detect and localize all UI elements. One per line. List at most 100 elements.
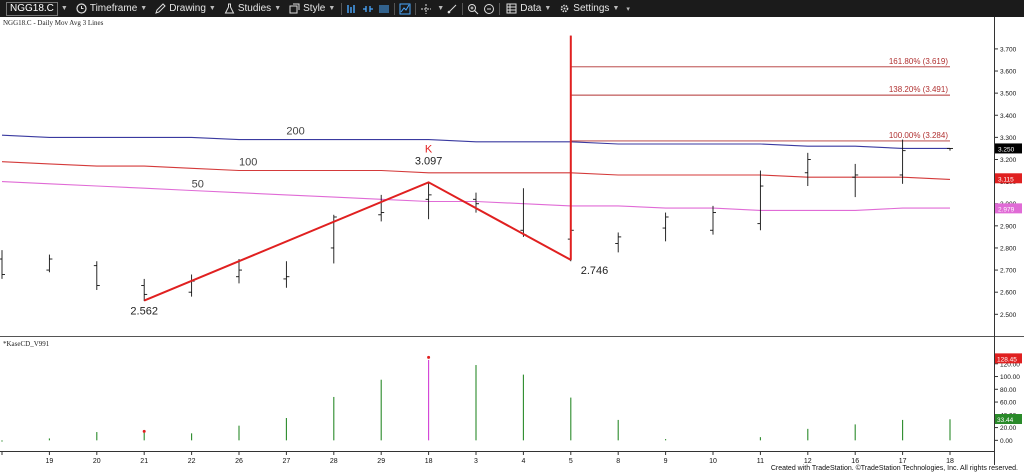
time-tick-label: 26 [235,458,243,465]
zoom-in-icon[interactable] [466,2,480,16]
bar-spacing-icon[interactable] [345,2,359,16]
copyright-footer: Created with TradeStation. ©TradeStation… [770,465,1018,472]
last-value-label: 2.979 [998,206,1015,213]
compress-icon[interactable] [361,2,375,16]
draw-tool-icon[interactable] [445,2,459,16]
time-tick-label: 29 [377,458,385,465]
wave-point-label: K [425,143,433,155]
chevron-down-icon: ▼ [612,5,620,12]
price-tick-label: 2.800 [1000,245,1017,252]
studies-menu[interactable]: Studies ▼ [220,0,285,17]
time-tick-label: 9 [664,458,668,465]
ma-label: 100 [239,156,257,168]
data-menu[interactable]: Data ▼ [502,0,555,17]
drawing-label: Drawing [169,3,206,14]
gear-icon [560,4,569,13]
chart-background [0,17,994,465]
chart-toolbar: NGG18.C ▼ Timeframe ▼ Drawing ▼ Studies ▼ St… [0,0,1024,17]
time-tick-label: 19 [46,458,54,465]
ma-label: 50 [192,178,204,190]
toolbar-divider [341,2,343,15]
last-value-label: 3.115 [998,176,1014,183]
price-tick-label: 2.700 [1000,268,1017,275]
signal-marker [142,429,146,433]
last-value-label: 3.250 [998,146,1015,153]
indicator-tick-label: 20.00 [1000,425,1017,432]
style-label: Style [303,3,326,14]
indicator-last-value-label: 33.44 [997,417,1014,424]
crosshair-icon[interactable] [419,2,433,16]
ma-label: 200 [286,125,304,137]
pencil-icon [155,3,166,14]
indicator-tick-label: 60.00 [1000,400,1017,407]
timeframe-label: Timeframe [89,3,138,14]
chevron-down-icon[interactable]: ▼ [437,5,444,12]
wave-point-label: 2.562 [130,306,158,318]
price-tick-label: 2.500 [1000,312,1017,319]
time-tick-label: 4 [521,458,525,465]
price-tick-label: 3.300 [1000,135,1017,142]
fib-level-label: 161.80% (3.619) [889,57,948,66]
time-tick-label: 11 [757,458,764,465]
time-tick-label: 28 [330,458,338,465]
zoom-out-icon[interactable] [482,2,496,16]
price-tick-label: 3.700 [1000,46,1017,53]
indicator-title: *KaseCD_V991 [3,340,50,348]
symbol-selector[interactable]: NGG18.C ▼ [0,0,72,17]
indicator-last-value-label: 128.45 [997,356,1017,363]
wave-point-label: 3.097 [415,155,443,167]
time-tick-label: 22 [188,458,196,465]
studies-label: Studies [237,3,272,14]
chevron-down-icon: ▼ [208,5,216,12]
flask-icon [224,3,235,14]
chart-title: NGG18.C - Daily Mov Avg 3 Lines [3,19,104,27]
signal-marker [427,355,431,359]
data-label: Data [520,3,542,14]
time-tick-label: 17 [899,458,907,465]
chevron-down-icon: ▼ [140,5,148,12]
price-tick-label: 3.600 [1000,69,1017,76]
toolbar-divider [462,2,464,15]
chevron-down-icon: ▼ [328,5,336,12]
time-tick-label: 10 [709,458,717,465]
overflow-icon[interactable]: ▾ [626,5,630,13]
indicator-tick-label: 80.00 [1000,387,1017,394]
style-menu[interactable]: Style ▼ [285,0,339,17]
toolbar-divider [415,2,417,15]
time-tick-label: 5 [569,458,573,465]
toolbar-divider [394,2,396,15]
timeframe-menu[interactable]: Timeframe ▼ [72,0,151,17]
time-tick-label: 8 [616,458,620,465]
price-tick-label: 3.200 [1000,157,1017,164]
time-tick-label: 20 [93,458,101,465]
chart-area[interactable]: NGG18.C - Daily Mov Avg 3 Lines *KaseCD_… [0,17,1024,465]
style-icon [289,3,300,14]
time-tick-label: 27 [283,458,291,465]
drawing-menu[interactable]: Drawing ▼ [151,0,220,17]
clock-icon [76,3,87,14]
wave-point-label: 2.746 [581,265,609,277]
chevron-down-icon: ▼ [60,5,68,12]
price-tick-label: 3.400 [1000,113,1017,120]
time-tick-label: 21 [140,458,148,465]
indicator-tick-label: 100.00 [1000,374,1020,381]
fib-level-label: 100.00% (3.284) [889,131,948,140]
chevron-down-icon: ▼ [544,5,552,12]
price-tick-label: 3.500 [1000,91,1017,98]
fib-level-label: 138.20% (3.491) [889,85,948,94]
price-tick-label: 2.600 [1000,290,1017,297]
time-tick-label: 16 [851,458,859,465]
expand-icon[interactable] [377,2,391,16]
price-tick-label: 2.900 [1000,223,1017,230]
settings-menu[interactable]: Settings ▼ [555,0,623,17]
chart-analysis-icon[interactable] [398,2,412,16]
settings-label: Settings [573,3,610,14]
symbol-label: NGG18.C [6,1,58,16]
time-tick-label: 18 [946,458,954,465]
time-tick-label: 12 [804,458,812,465]
time-tick-label: 3 [474,458,478,465]
time-tick-label: 18 [425,458,433,465]
indicator-tick-label: 0.00 [1000,438,1013,445]
toolbar-divider [499,2,501,15]
chevron-down-icon: ▼ [274,5,282,12]
